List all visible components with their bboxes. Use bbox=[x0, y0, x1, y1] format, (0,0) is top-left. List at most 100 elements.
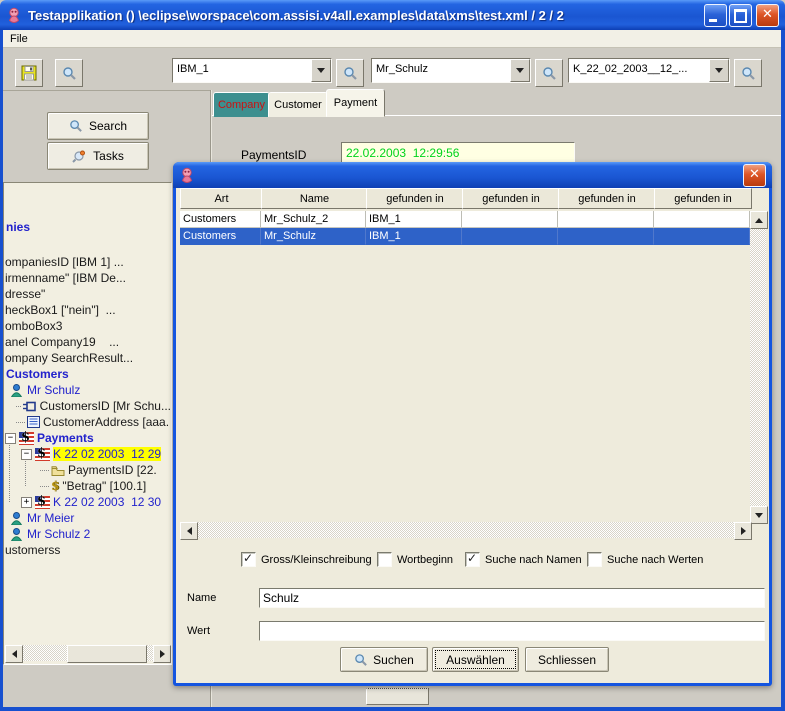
tree-item[interactable]: Customers bbox=[4, 366, 171, 382]
name-label: Name bbox=[187, 592, 217, 604]
table-cell: IBM_1 bbox=[366, 211, 462, 228]
tree-item[interactable]: anel Company19 ... bbox=[4, 334, 171, 350]
scroll-right-icon[interactable] bbox=[734, 522, 752, 540]
tree-item[interactable]: heckBox1 ["nein"] ... bbox=[4, 302, 171, 318]
tab-customer[interactable]: Customer bbox=[268, 92, 328, 117]
close-button[interactable] bbox=[756, 3, 779, 27]
search-toolbar-button[interactable] bbox=[55, 59, 83, 87]
scroll-left-icon[interactable] bbox=[180, 522, 198, 540]
paymentsid-value-field[interactable]: 22.02.2003 12:29:56 bbox=[341, 142, 575, 164]
minimize-button[interactable] bbox=[704, 3, 727, 27]
tree-item[interactable]: ompany SearchResult... bbox=[4, 350, 171, 366]
chevron-down-icon[interactable] bbox=[709, 59, 729, 82]
tree-item[interactable]: Mr Schulz bbox=[4, 382, 171, 398]
scroll-down-icon[interactable] bbox=[750, 506, 768, 524]
collapse-icon[interactable]: − bbox=[5, 432, 16, 444]
company-search-button[interactable] bbox=[336, 59, 364, 87]
window-border-right bbox=[781, 30, 785, 711]
auswaehlen-button[interactable]: Auswählen bbox=[432, 647, 519, 672]
scroll-up-icon[interactable] bbox=[750, 211, 768, 229]
payment-search-button[interactable] bbox=[734, 59, 762, 87]
customer-search-button[interactable] bbox=[535, 59, 563, 87]
tree-item-selected[interactable]: − $ K 22 02 2003 12 29 bbox=[4, 446, 171, 462]
checkbox-icon bbox=[377, 552, 392, 567]
collapse-icon[interactable]: − bbox=[21, 448, 32, 460]
table-cell bbox=[654, 211, 750, 228]
tree-item[interactable]: ustomerss bbox=[4, 542, 171, 558]
scroll-left-icon[interactable] bbox=[5, 645, 23, 663]
checkbox-icon bbox=[241, 551, 256, 567]
dialog-titlebar[interactable] bbox=[173, 162, 772, 188]
hidden-partial-button[interactable] bbox=[366, 688, 429, 705]
table-hscrollbar[interactable] bbox=[180, 522, 752, 540]
window-border-left bbox=[0, 30, 3, 711]
column-header[interactable]: gefunden in bbox=[366, 188, 464, 209]
chevron-down-icon[interactable] bbox=[311, 59, 331, 82]
column-header[interactable]: gefunden in bbox=[462, 188, 560, 209]
checkbox-search-values[interactable]: Suche nach Werten bbox=[587, 552, 703, 567]
checkbox-word-start[interactable]: Wortbeginn bbox=[377, 552, 453, 567]
magnifier-icon bbox=[542, 66, 556, 80]
navigation-tree: nies ompaniesID [IBM 1] ... irmenname" [… bbox=[3, 182, 172, 665]
table-cell: Mr_Schulz_2 bbox=[261, 211, 366, 228]
column-header[interactable]: gefunden in bbox=[654, 188, 752, 209]
tree-item[interactable]: nies bbox=[4, 219, 171, 235]
tasks-button[interactable]: Tasks bbox=[47, 142, 149, 170]
tab-payment[interactable]: Payment bbox=[326, 89, 385, 117]
magnifier-icon bbox=[70, 120, 82, 132]
payment-combobox[interactable]: K_22_02_2003__12_... bbox=[568, 58, 730, 83]
maximize-button[interactable] bbox=[729, 3, 752, 27]
tree-item[interactable]: CustomersID [Mr Schu... bbox=[4, 398, 171, 414]
table-cell bbox=[654, 228, 750, 245]
search-button[interactable]: Search bbox=[47, 112, 149, 140]
checkbox-label: Suche nach Werten bbox=[607, 553, 704, 566]
checkbox-search-names[interactable]: Suche nach Namen bbox=[465, 551, 582, 567]
magnifier-icon bbox=[741, 66, 755, 80]
scrollbar-thumb[interactable] bbox=[67, 645, 147, 663]
name-input[interactable] bbox=[259, 588, 765, 608]
tree-item[interactable]: irmenname" [IBM De... bbox=[4, 270, 171, 286]
checkbox-label: Wortbeginn bbox=[397, 553, 454, 566]
app-icon bbox=[8, 7, 20, 23]
payment-combobox-value: K_22_02_2003__12_... bbox=[573, 63, 688, 75]
tree-item[interactable]: + $ K 22 02 2003 12 30 bbox=[4, 494, 171, 510]
tab-company[interactable]: Company bbox=[213, 92, 270, 117]
dollar-flag-icon: $ bbox=[19, 430, 34, 445]
menu-file[interactable]: File bbox=[3, 32, 35, 46]
tree-item[interactable]: − $ Payments bbox=[4, 430, 171, 446]
save-floppy-icon bbox=[21, 65, 37, 81]
suchen-button[interactable]: Suchen bbox=[340, 647, 428, 672]
tree-hscrollbar[interactable] bbox=[5, 645, 171, 663]
checkbox-label: Gross/Kleinschreibung bbox=[261, 553, 372, 566]
customer-combobox-value: Mr_Schulz bbox=[376, 63, 428, 75]
tree-item[interactable]: $ "Betrag" [100.1] bbox=[4, 478, 171, 494]
column-header[interactable]: Name bbox=[261, 188, 368, 209]
tree-item[interactable]: omboBox3 bbox=[4, 318, 171, 334]
tree-item[interactable]: Mr Meier bbox=[4, 510, 171, 526]
company-combobox[interactable]: IBM_1 bbox=[172, 58, 332, 83]
dollar-flag-icon: $ bbox=[35, 446, 50, 461]
table-vscrollbar[interactable] bbox=[750, 211, 768, 524]
titlebar[interactable]: Testapplikation () \eclipse\worspace\com… bbox=[0, 0, 785, 30]
tree-item[interactable]: ompaniesID [IBM 1] ... bbox=[4, 254, 171, 270]
tree-item[interactable]: dresse" bbox=[4, 286, 171, 302]
app-icon bbox=[181, 167, 193, 183]
wert-input[interactable] bbox=[259, 621, 765, 641]
tab-customer-label: Customer bbox=[274, 98, 322, 111]
table-cell bbox=[462, 228, 558, 245]
column-header[interactable]: Art bbox=[180, 188, 263, 209]
tree-item[interactable]: CustomerAddress [aaa. bbox=[4, 414, 171, 430]
schliessen-button[interactable]: Schliessen bbox=[525, 647, 609, 672]
customer-combobox[interactable]: Mr_Schulz bbox=[371, 58, 531, 83]
column-header[interactable]: gefunden in bbox=[558, 188, 656, 209]
magnifier-icon bbox=[355, 653, 367, 666]
menubar: File bbox=[3, 30, 781, 48]
tree-item[interactable]: Mr Schulz 2 bbox=[4, 526, 171, 542]
expand-icon[interactable]: + bbox=[21, 496, 32, 508]
dialog-close-button[interactable] bbox=[743, 163, 766, 187]
chevron-down-icon[interactable] bbox=[510, 59, 530, 82]
save-button[interactable] bbox=[15, 59, 43, 87]
checkbox-case-sensitive[interactable]: Gross/Kleinschreibung bbox=[241, 551, 372, 567]
tree-item[interactable]: PaymentsID [22. bbox=[4, 462, 171, 478]
scroll-right-icon[interactable] bbox=[153, 645, 171, 663]
